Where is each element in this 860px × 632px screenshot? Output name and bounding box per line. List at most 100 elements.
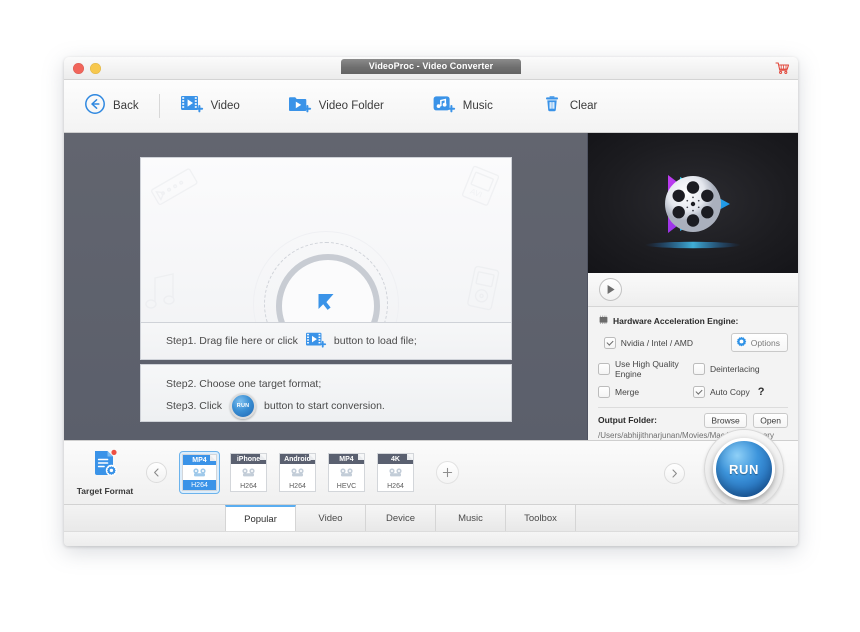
- format-card[interactable]: 4K H264: [375, 451, 416, 494]
- avi-file-watermark-icon: AVI: [455, 162, 507, 215]
- step3-suffix-text: button to start conversion.: [264, 400, 385, 412]
- open-button[interactable]: Open: [753, 412, 788, 428]
- output-folder-row: Output Folder: Browse Open: [598, 412, 788, 428]
- high-quality-checkbox-box[interactable]: [598, 363, 610, 375]
- tab-popular[interactable]: Popular: [225, 505, 296, 531]
- window-footer: [64, 531, 798, 546]
- add-music-label: Music: [462, 100, 493, 112]
- merge-checkbox-box[interactable]: [598, 386, 610, 398]
- step3-row: Step3. Click RUN button to start convers…: [166, 393, 511, 419]
- add-video-button[interactable]: Video: [174, 89, 246, 123]
- play-icon[interactable]: [599, 278, 622, 301]
- settings-divider: [598, 407, 788, 408]
- drag-cursor-icon: [313, 289, 339, 320]
- format-card-list: MP4 H264 iPhone H264 Android H264 MP4 HE…: [179, 451, 416, 494]
- high-quality-checkbox-label: Use High Quality Engine: [615, 359, 679, 379]
- format-card-title: iPhone: [231, 454, 266, 464]
- acceleration-options-grid: Nvidia / Intel / AMD Options Use High Qu…: [598, 333, 788, 398]
- auto-copy-checkbox-box[interactable]: [693, 386, 705, 398]
- back-button-label: Back: [113, 100, 139, 112]
- content-area: AVI Step1. Drag file here or click butto…: [64, 133, 798, 440]
- file-dropzone[interactable]: AVI: [140, 157, 512, 323]
- music-file-icon: [432, 93, 456, 120]
- add-video-folder-button[interactable]: Video Folder: [282, 89, 390, 123]
- nvidia-checkbox-box[interactable]: [603, 336, 616, 349]
- preview-controls: [588, 273, 798, 307]
- deinterlacing-checkbox[interactable]: Deinterlacing: [693, 363, 788, 375]
- hardware-acceleration-header: Hardware Acceleration Engine:: [598, 315, 788, 327]
- back-arrow-icon: [84, 93, 106, 120]
- tab-toolbox[interactable]: Toolbox: [506, 505, 576, 531]
- add-format-button[interactable]: [436, 461, 459, 484]
- minimize-button[interactable]: [90, 63, 101, 74]
- shopping-cart-icon[interactable]: [774, 60, 790, 76]
- gear-icon: [736, 336, 747, 349]
- hardware-acceleration-label: Hardware Acceleration Engine:: [613, 316, 739, 326]
- film-reel-icon: [290, 467, 305, 478]
- options-button-label: Options: [750, 337, 780, 348]
- browse-button[interactable]: Browse: [704, 412, 747, 428]
- step1-suffix-text: button to load file;: [333, 335, 417, 347]
- merge-checkbox[interactable]: Merge: [598, 386, 693, 398]
- videoproc-film-reel-logo: [645, 175, 741, 249]
- format-prev-button[interactable]: [146, 462, 167, 483]
- back-button[interactable]: Back: [78, 89, 145, 123]
- step2-text: Step2. Choose one target format;: [166, 378, 322, 390]
- add-video-label: Video: [210, 100, 240, 112]
- document-settings-icon: [92, 449, 118, 484]
- run-button-inline[interactable]: RUN: [230, 393, 257, 419]
- steps-panel: Step2. Choose one target format; Step3. …: [140, 364, 512, 422]
- format-card-codec: H264: [183, 480, 216, 490]
- format-card[interactable]: MP4 H264: [179, 451, 220, 494]
- format-card-codec: H264: [289, 482, 306, 490]
- video-preview[interactable]: [588, 133, 798, 273]
- inspector-pane: Hardware Acceleration Engine: Nvidia / I…: [587, 133, 798, 440]
- film-reel-icon: [339, 467, 354, 478]
- clear-button-label: Clear: [569, 100, 598, 112]
- video-folder-icon: [288, 93, 312, 120]
- dropzone-panel: AVI Step1. Drag file here or click butto…: [140, 157, 512, 422]
- video-file-icon: [180, 93, 204, 120]
- main-toolbar: Back Video Video Folder Music Clear: [64, 80, 798, 133]
- add-music-button[interactable]: Music: [426, 89, 499, 123]
- format-card[interactable]: MP4 HEVC: [326, 451, 367, 494]
- tab-bar-filler: [576, 505, 798, 531]
- deinterlacing-checkbox-box[interactable]: [693, 363, 705, 375]
- workspace-pane: AVI Step1. Drag file here or click butto…: [64, 133, 587, 440]
- category-tab-bar: Popular Video Device Music Toolbox: [64, 504, 798, 531]
- acceleration-options-button[interactable]: Options: [730, 333, 788, 352]
- tab-music[interactable]: Music: [436, 505, 506, 531]
- format-card-title: MP4: [329, 454, 364, 464]
- run-button[interactable]: RUN: [713, 438, 775, 500]
- auto-copy-checkbox-label: Auto Copy: [710, 387, 750, 397]
- high-quality-engine-checkbox[interactable]: Use High Quality Engine: [598, 359, 693, 379]
- help-icon[interactable]: ?: [758, 386, 765, 398]
- deinterlacing-checkbox-label: Deinterlacing: [710, 364, 760, 374]
- merge-checkbox-label: Merge: [615, 387, 640, 397]
- settings-panel: Hardware Acceleration Engine: Nvidia / I…: [588, 307, 798, 440]
- step1-video-icon: [305, 330, 327, 353]
- output-folder-buttons: Browse Open: [700, 412, 788, 428]
- target-format-button[interactable]: Target Format: [64, 449, 146, 496]
- auto-copy-checkbox[interactable]: Auto Copy ?: [693, 386, 788, 398]
- format-card[interactable]: iPhone H264: [228, 451, 269, 494]
- nvidia-checkbox-label: Nvidia / Intel / AMD: [620, 337, 693, 348]
- step1-row: Step1. Drag file here or click button to…: [140, 323, 512, 360]
- chip-icon: [598, 315, 609, 327]
- nvidia-intel-amd-checkbox[interactable]: Nvidia / Intel / AMD: [603, 336, 693, 349]
- format-card[interactable]: Android H264: [277, 451, 318, 494]
- tab-video[interactable]: Video: [296, 505, 366, 531]
- format-card-title: 4K: [378, 454, 413, 464]
- tab-device[interactable]: Device: [366, 505, 436, 531]
- plus-icon: [442, 467, 453, 478]
- chevron-left-icon: [154, 468, 159, 477]
- close-button[interactable]: [73, 63, 84, 74]
- run-button-pod: RUN: [704, 429, 784, 509]
- step2-row: Step2. Choose one target format;: [166, 373, 511, 395]
- clear-button[interactable]: Clear: [535, 89, 603, 123]
- format-next-button[interactable]: [664, 463, 685, 484]
- dropzone-target[interactable]: [253, 231, 399, 322]
- format-card-codec: HEVC: [336, 482, 357, 490]
- format-card-title: MP4: [183, 455, 216, 465]
- format-card-title: Android: [280, 454, 315, 464]
